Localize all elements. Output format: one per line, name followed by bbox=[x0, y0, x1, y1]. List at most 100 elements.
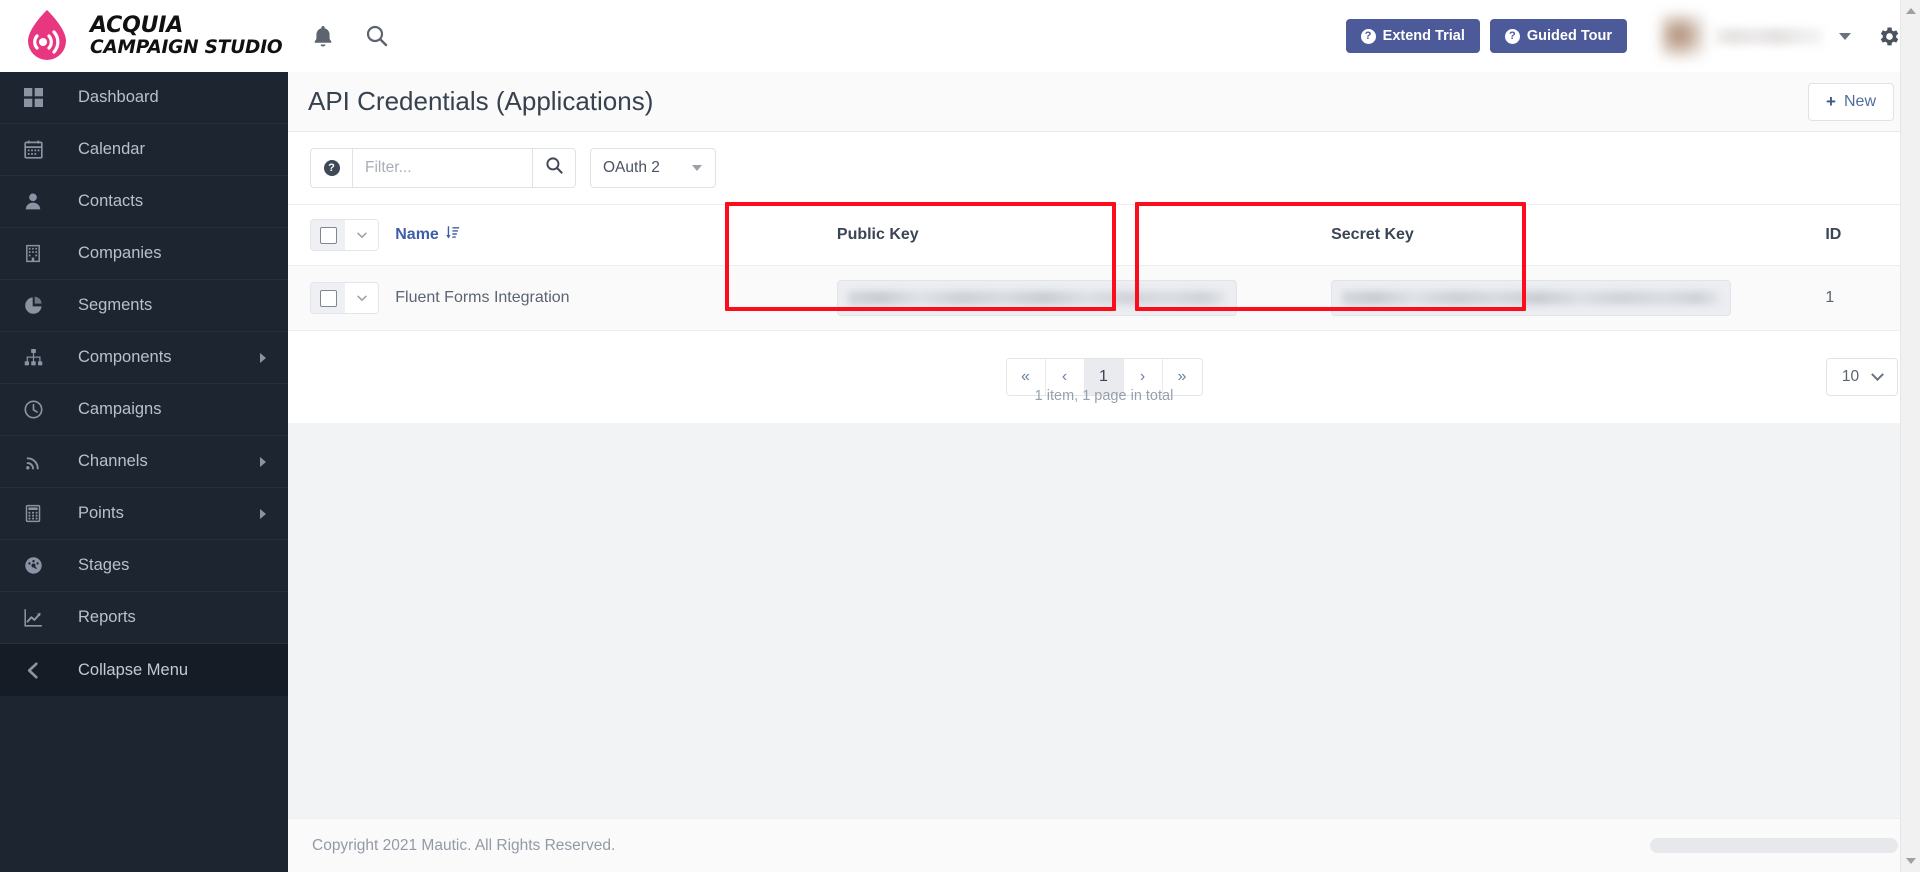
caret-down-icon bbox=[692, 165, 702, 171]
select-all-group[interactable] bbox=[310, 219, 379, 251]
sidebar-item-label: Points bbox=[78, 504, 124, 522]
acquia-droplet-signal-logo-icon bbox=[18, 7, 76, 65]
column-header-public-key: Public Key bbox=[836, 204, 1332, 266]
line-chart-icon bbox=[24, 608, 50, 627]
sidebar-item-points[interactable]: Points bbox=[0, 488, 288, 540]
table-head: Name Public Key Secret Key ID bbox=[288, 204, 1920, 266]
footer: Copyright 2021 Mautic. All Rights Reserv… bbox=[288, 818, 1920, 872]
filter-toolbar: ? OAuth 2 bbox=[288, 132, 1920, 204]
secret-key-field[interactable] bbox=[1331, 280, 1732, 316]
sidebar-item-calendar[interactable]: Calendar bbox=[0, 124, 288, 176]
sidebar-item-segments[interactable]: Segments bbox=[0, 280, 288, 332]
extend-trial-label: Extend Trial bbox=[1382, 28, 1465, 44]
checkbox-box bbox=[319, 289, 337, 307]
column-header-name-label: Name bbox=[395, 226, 439, 243]
chevron-down-icon[interactable] bbox=[1839, 32, 1851, 40]
question-circle-icon: ? bbox=[323, 160, 340, 176]
list-panel: ? OAuth 2 bbox=[288, 132, 1920, 423]
pagination-bar: « ‹ 1 › » 1 item, 1 page in total 10 bbox=[288, 331, 1920, 423]
chevron-down-icon[interactable] bbox=[345, 220, 378, 250]
sidebar-item-companies[interactable]: Companies bbox=[0, 228, 288, 280]
table-row[interactable]: Fluent Forms Integration 1 bbox=[288, 265, 1920, 331]
sidebar-item-reports[interactable]: Reports bbox=[0, 592, 288, 644]
top-bar-icon-group bbox=[310, 23, 390, 49]
scroll-down-arrow-icon[interactable] bbox=[1901, 852, 1920, 870]
name-sort-control[interactable]: Name bbox=[395, 225, 461, 245]
user-name-redacted bbox=[1715, 27, 1823, 45]
brand-logo[interactable]: ACQUIA CAMPAIGN STUDIO bbox=[0, 0, 288, 72]
column-header-secret-key-label: Secret Key bbox=[1331, 226, 1414, 243]
sidebar-collapse-menu[interactable]: Collapse Menu bbox=[0, 644, 288, 696]
chevron-down-icon[interactable] bbox=[345, 283, 378, 313]
bell-icon[interactable] bbox=[310, 23, 336, 49]
sitemap-icon bbox=[24, 348, 50, 367]
question-circle-icon: ? bbox=[1504, 28, 1520, 44]
plus-icon: + bbox=[1826, 91, 1836, 111]
avatar bbox=[1661, 14, 1705, 58]
auth-type-value: OAuth 2 bbox=[603, 159, 660, 176]
row-secret-key-cell bbox=[1331, 265, 1826, 331]
filter-input[interactable] bbox=[352, 148, 532, 188]
application-window: ACQUIA CAMPAIGN STUDIO ? Extend Trial ? … bbox=[0, 0, 1920, 872]
sidebar-item-components[interactable]: Components bbox=[0, 332, 288, 384]
row-select-group[interactable] bbox=[310, 282, 379, 314]
sidebar-item-campaigns[interactable]: Campaigns bbox=[0, 384, 288, 436]
grid-icon bbox=[24, 88, 50, 107]
row-id-value: 1 bbox=[1825, 289, 1835, 306]
sidebar-collapse-label: Collapse Menu bbox=[78, 660, 189, 679]
secret-key-redacted-value bbox=[1342, 291, 1721, 305]
table-body: Fluent Forms Integration 1 bbox=[288, 265, 1920, 331]
row-public-key-cell bbox=[836, 265, 1332, 331]
filter-search-button[interactable] bbox=[532, 148, 576, 188]
pagination-summary: 1 item, 1 page in total bbox=[1034, 388, 1174, 404]
sidebar-item-contacts[interactable]: Contacts bbox=[0, 176, 288, 228]
building-icon bbox=[24, 244, 50, 263]
public-key-field[interactable] bbox=[836, 280, 1237, 316]
calculator-icon bbox=[24, 504, 50, 523]
sidebar-item-label: Dashboard bbox=[78, 88, 159, 106]
question-circle-icon: ? bbox=[1360, 28, 1376, 44]
guided-tour-button[interactable]: ? Guided Tour bbox=[1489, 19, 1627, 53]
search-icon[interactable] bbox=[364, 23, 390, 49]
row-checkbox[interactable] bbox=[311, 283, 345, 313]
filter-help-button[interactable]: ? bbox=[310, 148, 352, 188]
select-all-checkbox[interactable] bbox=[311, 220, 345, 250]
sidebar-item-stages[interactable]: Stages bbox=[0, 540, 288, 592]
pie-chart-icon bbox=[24, 296, 50, 315]
new-button-label: New bbox=[1843, 92, 1876, 110]
horizontal-scrollbar-thumb[interactable] bbox=[1650, 838, 1898, 853]
per-page-select[interactable]: 10 bbox=[1826, 358, 1898, 396]
row-name-cell[interactable]: Fluent Forms Integration bbox=[395, 265, 837, 331]
extend-trial-button[interactable]: ? Extend Trial bbox=[1345, 19, 1480, 53]
sidebar-item-dashboard[interactable]: Dashboard bbox=[0, 72, 288, 124]
column-header-secret-key: Secret Key bbox=[1331, 204, 1826, 266]
body: Dashboard Calendar Contacts Companies Se… bbox=[0, 72, 1920, 872]
scroll-up-arrow-icon[interactable] bbox=[1901, 2, 1920, 20]
sidebar-item-label: Contacts bbox=[78, 192, 144, 210]
column-header-name[interactable]: Name bbox=[395, 204, 837, 266]
vertical-scrollbar[interactable] bbox=[1900, 0, 1920, 872]
sidebar-item-label: Companies bbox=[78, 244, 162, 262]
brand-line-2: CAMPAIGN STUDIO bbox=[90, 36, 283, 58]
sidebar-item-label: Channels bbox=[78, 452, 148, 470]
clock-icon bbox=[24, 400, 50, 419]
chevron-right-icon bbox=[260, 508, 266, 519]
search-icon bbox=[545, 156, 564, 180]
row-name-value: Fluent Forms Integration bbox=[395, 289, 570, 306]
row-select-cell bbox=[288, 265, 396, 331]
sort-amount-desc-icon bbox=[446, 225, 461, 245]
auth-type-select[interactable]: OAuth 2 bbox=[590, 148, 716, 188]
top-bar-actions: ? Extend Trial ? Guided Tour bbox=[1345, 10, 1920, 62]
page-header: API Credentials (Applications) + New bbox=[288, 72, 1920, 132]
per-page-value: 10 bbox=[1841, 368, 1860, 385]
new-button[interactable]: + New bbox=[1808, 82, 1894, 121]
api-credentials-table: Name Public Key Secret Key ID Fluent For… bbox=[288, 204, 1920, 331]
chevron-down-icon bbox=[1871, 367, 1884, 381]
user-menu[interactable] bbox=[1661, 10, 1857, 62]
column-header-id-label: ID bbox=[1825, 226, 1842, 243]
sidebar-item-channels[interactable]: Channels bbox=[0, 436, 288, 488]
gear-icon[interactable] bbox=[1877, 24, 1902, 49]
column-header-public-key-label: Public Key bbox=[836, 226, 919, 243]
user-icon bbox=[24, 192, 50, 211]
brand-line-1: ACQUIA bbox=[90, 12, 184, 38]
